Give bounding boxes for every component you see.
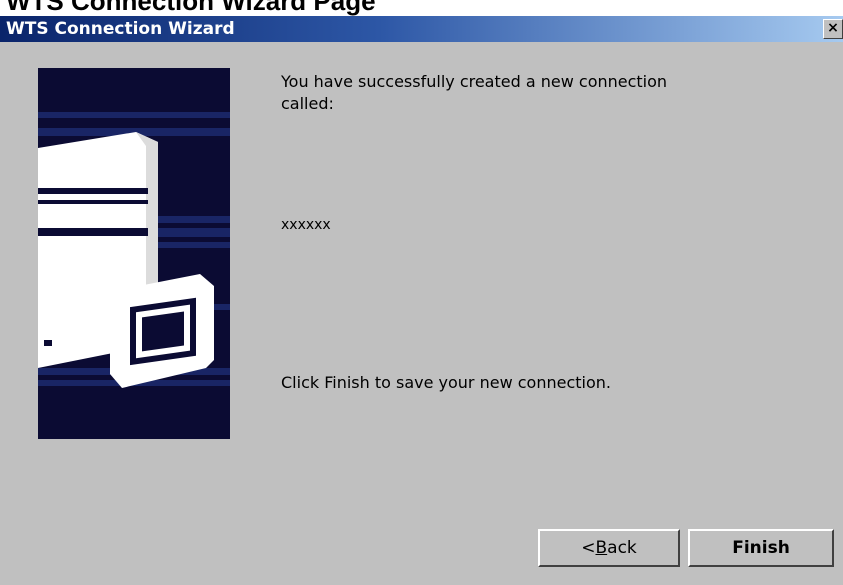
- finish-button[interactable]: Finish: [688, 529, 834, 567]
- wizard-dialog: WTS Connection Wizard × You have success: [0, 16, 843, 585]
- connection-name: xxxxxx: [281, 217, 331, 233]
- back-button-prefix: <: [581, 538, 596, 558]
- back-button-label: ack: [607, 538, 637, 558]
- close-button[interactable]: ×: [823, 19, 843, 39]
- success-message: You have successfully created a new conn…: [281, 72, 668, 113]
- page-caption: WTS Connection Wizard Page: [6, 0, 376, 16]
- finish-instruction: Click Finish to save your new connection…: [281, 373, 611, 392]
- window-title: WTS Connection Wizard: [6, 19, 235, 39]
- server-with-monitor-icon: [38, 68, 230, 439]
- close-icon: ×: [827, 20, 839, 36]
- title-bar[interactable]: WTS Connection Wizard ×: [0, 16, 843, 42]
- back-button[interactable]: <Back: [538, 529, 680, 567]
- back-button-mnemonic: B: [595, 538, 608, 558]
